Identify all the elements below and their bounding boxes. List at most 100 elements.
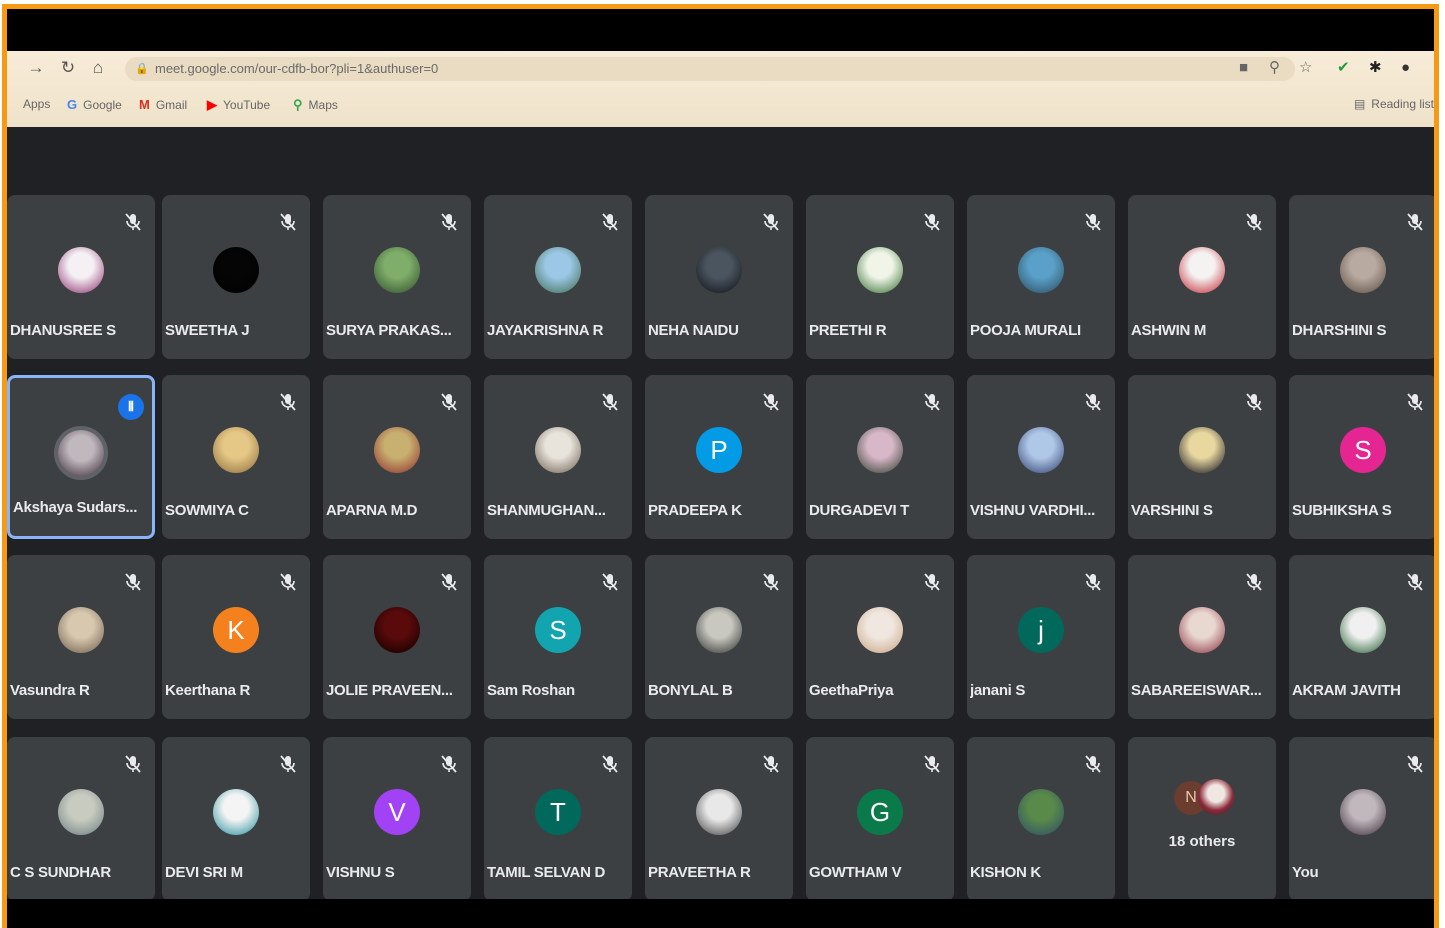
participant-tile[interactable]: SOWMIYA C xyxy=(162,375,310,539)
zoom-icon[interactable]: ⚲ xyxy=(1269,57,1280,79)
mic-off-icon xyxy=(441,393,457,411)
home-icon[interactable]: ⌂ xyxy=(87,57,109,79)
participant-name: VARSHINI S xyxy=(1131,502,1213,519)
participant-name: DHANUSREE S xyxy=(10,322,116,339)
participant-tile[interactable]: BONYLAL B xyxy=(645,555,793,719)
others-tile[interactable]: N 18 others xyxy=(1128,737,1276,901)
gmail-icon: M xyxy=(139,97,150,112)
participant-tile[interactable]: Vasundra R xyxy=(7,555,155,719)
mic-off-icon xyxy=(1246,393,1262,411)
participant-tile[interactable]: AKRAM JAVITH xyxy=(1289,555,1434,719)
avatar xyxy=(374,247,420,293)
participant-tile[interactable]: APARNA M.D xyxy=(323,375,471,539)
participant-tile[interactable]: j janani S xyxy=(967,555,1115,719)
reload-icon[interactable]: ↻ xyxy=(57,57,79,79)
extensions-icon[interactable]: ✱ xyxy=(1369,57,1382,79)
avatar xyxy=(1018,247,1064,293)
browser-chrome: → ↻ ⌂ 🔒 meet.google.com/our-cdfb-bor?pli… xyxy=(7,51,1434,127)
participant-tile[interactable]: JAYAKRISHNA R xyxy=(484,195,632,359)
speaking-indicator-icon: ⦀ xyxy=(118,394,144,420)
participant-tile[interactable]: PRAVEETHA R xyxy=(645,737,793,901)
mic-off-icon xyxy=(125,573,141,591)
participant-tile[interactable]: SWEETHA J xyxy=(162,195,310,359)
avatar xyxy=(213,427,259,473)
bookmark-maps[interactable]: ⚲ Maps xyxy=(293,97,338,113)
participant-tile[interactable]: DHARSHINI S xyxy=(1289,195,1434,359)
profile-icon[interactable]: ● xyxy=(1401,57,1410,79)
more-icon[interactable]: ⋮ xyxy=(1429,57,1434,79)
participant-tile[interactable]: DHANUSREE S xyxy=(7,195,155,359)
participant-tile[interactable]: SABAREEISWAR... xyxy=(1128,555,1276,719)
participant-tile[interactable]: V VISHNU S xyxy=(323,737,471,901)
participant-tile[interactable]: KISHON K xyxy=(967,737,1115,901)
participant-name: PRAVEETHA R xyxy=(648,864,751,881)
participant-tile[interactable]: SHANMUGHAN... xyxy=(484,375,632,539)
participant-tile[interactable]: JOLIE PRAVEEN... xyxy=(323,555,471,719)
bookmark-gmail[interactable]: M Gmail xyxy=(139,97,187,112)
participant-tile[interactable]: C S SUNDHAR xyxy=(7,737,155,901)
participant-name: VISHNU VARDHI... xyxy=(970,502,1095,519)
participant-tile[interactable]: PREETHI R xyxy=(806,195,954,359)
avatar xyxy=(535,427,581,473)
participant-tile[interactable]: T TAMIL SELVAN D xyxy=(484,737,632,901)
reading-list[interactable]: ▤ Reading list xyxy=(1354,97,1434,111)
participant-tile[interactable]: G GOWTHAM V xyxy=(806,737,954,901)
participant-name: JAYAKRISHNA R xyxy=(487,322,604,339)
bookmark-youtube[interactable]: ▶ YouTube xyxy=(207,97,270,113)
participant-tile[interactable]: S SUBHIKSHA S xyxy=(1289,375,1434,539)
avatar: K xyxy=(213,607,259,653)
participant-name: SURYA PRAKAS... xyxy=(326,322,452,339)
mic-off-icon xyxy=(1246,213,1262,231)
avatar xyxy=(58,607,104,653)
reading-list-icon: ▤ xyxy=(1353,97,1366,111)
participant-tile[interactable]: GeethaPriya xyxy=(806,555,954,719)
avatar xyxy=(535,247,581,293)
star-icon[interactable]: ☆ xyxy=(1299,57,1312,79)
participant-tile[interactable]: SURYA PRAKAS... xyxy=(323,195,471,359)
mic-off-icon xyxy=(441,755,457,773)
mic-off-icon xyxy=(924,755,940,773)
participant-name: janani S xyxy=(970,682,1026,699)
participant-tile[interactable]: POOJA MURALI xyxy=(967,195,1115,359)
mic-off-icon xyxy=(1085,573,1101,591)
participant-name: SHANMUGHAN... xyxy=(487,502,606,519)
forward-icon[interactable]: → xyxy=(25,57,47,79)
participant-name: DHARSHINI S xyxy=(1292,322,1387,339)
participant-tile[interactable]: S Sam Roshan xyxy=(484,555,632,719)
avatar xyxy=(1340,789,1386,835)
bookmark-label: YouTube xyxy=(223,98,271,112)
participant-name: Sam Roshan xyxy=(487,682,575,699)
mic-off-icon xyxy=(924,573,940,591)
participant-tile[interactable]: DEVI SRI M xyxy=(162,737,310,901)
participant-tile[interactable]: P PRADEEPA K xyxy=(645,375,793,539)
mic-off-icon xyxy=(1246,573,1262,591)
others-avatars: N xyxy=(1172,779,1236,819)
participant-tile[interactable]: NEHA NAIDU xyxy=(645,195,793,359)
participant-tile[interactable]: You xyxy=(1289,737,1434,901)
bookmark-google[interactable]: G Google xyxy=(67,97,122,112)
mic-off-icon xyxy=(763,213,779,231)
screenshot-frame: → ↻ ⌂ 🔒 meet.google.com/our-cdfb-bor?pli… xyxy=(2,4,1439,928)
participant-tile[interactable]: VARSHINI S xyxy=(1128,375,1276,539)
mic-off-icon xyxy=(924,393,940,411)
address-bar[interactable]: 🔒 meet.google.com/our-cdfb-bor?pli=1&aut… xyxy=(125,57,1295,81)
participant-tile[interactable]: DURGADEVI T xyxy=(806,375,954,539)
bookmark-label: Apps xyxy=(23,97,51,111)
mic-off-icon xyxy=(763,573,779,591)
participant-tile[interactable]: ASHWIN M xyxy=(1128,195,1276,359)
participant-name: POOJA MURALI xyxy=(970,322,1081,339)
camera-icon[interactable]: ■ xyxy=(1239,57,1248,79)
avatar xyxy=(374,607,420,653)
participant-tile[interactable]: ⦀ Akshaya Sudars... xyxy=(7,375,155,539)
participant-name: AKRAM JAVITH xyxy=(1292,682,1401,699)
check-extension-icon[interactable]: ✔ xyxy=(1337,57,1350,79)
mic-off-icon xyxy=(924,213,940,231)
mic-off-icon xyxy=(1407,393,1423,411)
participant-tile[interactable]: VISHNU VARDHI... xyxy=(967,375,1115,539)
avatar xyxy=(696,247,742,293)
bookmark-apps[interactable]: Apps xyxy=(17,97,50,111)
mic-off-icon xyxy=(125,755,141,773)
participant-tile[interactable]: K Keerthana R xyxy=(162,555,310,719)
participant-name: You xyxy=(1292,864,1319,881)
avatar xyxy=(58,430,104,476)
